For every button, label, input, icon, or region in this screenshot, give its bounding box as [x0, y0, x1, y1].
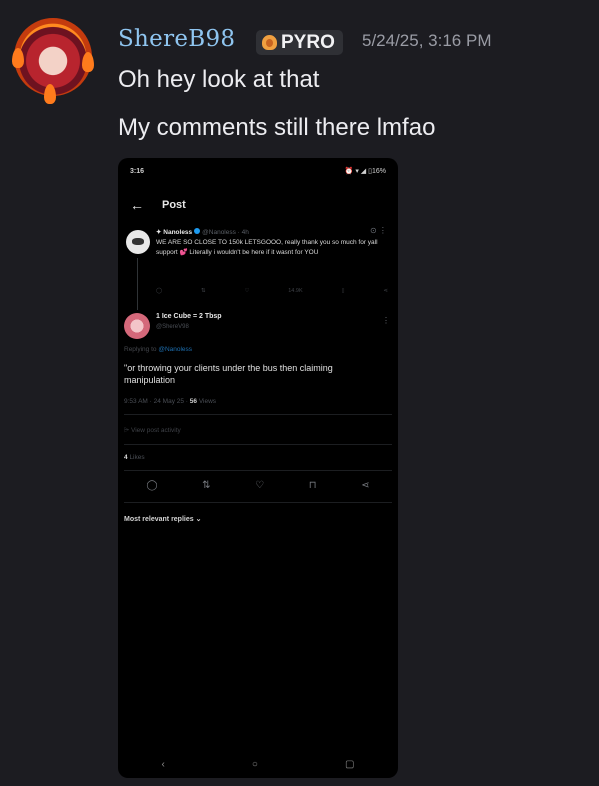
views-label: Views	[198, 398, 217, 405]
repost-icon[interactable]: ⇅	[201, 288, 206, 294]
likes-label: Likes	[129, 454, 145, 461]
username[interactable]: ShereB98	[118, 26, 235, 52]
views-count: 56	[189, 398, 197, 405]
likes-count[interactable]: 4 Likes	[124, 454, 145, 461]
bookmark-icon[interactable]: ▯	[341, 288, 344, 294]
reply-meta: 9:53 AM · 24 May 25 · 56 Views	[124, 398, 216, 405]
verified-icon	[194, 228, 201, 234]
quoted-post-text: WE ARE SO CLOSE TO 150k LETSGOOO, really…	[156, 239, 378, 256]
flame-icon	[262, 35, 277, 50]
divider	[124, 414, 392, 415]
nav-home-icon[interactable]: ○	[252, 759, 258, 770]
android-nav-bar: ‹ ○ ▢	[118, 759, 398, 770]
user-avatar[interactable]	[12, 18, 94, 104]
divider	[124, 502, 392, 503]
nav-recents-icon[interactable]: ▢	[345, 759, 354, 770]
status-icons: ⏰ ▾ ◢ ▯16%	[344, 168, 386, 175]
reply-time: 9:53 AM · 24 May 25 ·	[124, 398, 188, 405]
reply-text: "or throwing your clients under the bus …	[124, 363, 333, 385]
view-activity-link[interactable]: ⩥ View post activity	[124, 427, 181, 435]
quoted-post-handle: @Nanoless · 4h	[202, 229, 249, 236]
thread-line	[137, 258, 138, 310]
flame-icon	[12, 48, 24, 68]
avatar[interactable]	[126, 230, 150, 254]
flame-icon	[44, 84, 56, 104]
quoted-post-name: Nanoless	[163, 229, 193, 236]
bookmark-icon[interactable]: ⊓	[309, 480, 317, 491]
action-bar: ◯ ⇅ ♡ ⊓ ⋖	[124, 480, 392, 491]
reply-icon[interactable]: ◯	[146, 480, 157, 491]
message-line-1: Oh hey look at that	[118, 66, 320, 93]
nav-back-icon[interactable]: ‹	[162, 759, 165, 770]
replies-sort-dropdown[interactable]: Most relevant replies ⌄	[124, 515, 201, 523]
divider	[124, 470, 392, 471]
reply-icon[interactable]: ◯	[156, 288, 162, 294]
badge-label: PYRO	[281, 31, 335, 53]
reply-author-name[interactable]: 1 Ice Cube = 2 Tbsp	[156, 313, 222, 320]
share-icon[interactable]: ⋖	[361, 480, 369, 491]
page-title: Post	[162, 199, 186, 211]
status-time: 3:16	[130, 168, 145, 175]
message-timestamp: 5/24/25, 3:16 PM	[362, 31, 492, 50]
likes-number: 4	[124, 454, 128, 461]
more-icon[interactable]: ⋮	[382, 316, 390, 325]
replying-to: Replying to @Nanoless	[124, 346, 192, 353]
flame-icon	[82, 52, 94, 72]
avatar[interactable]	[124, 313, 150, 339]
divider	[124, 444, 392, 445]
back-arrow-icon[interactable]: ←	[130, 197, 144, 213]
reply-author-handle: @ShereV98	[156, 324, 189, 330]
role-badge[interactable]: PYRO	[256, 30, 343, 55]
view-activity-label: View post activity	[131, 427, 181, 434]
mention-link[interactable]: @Nanoless	[158, 346, 192, 353]
quoted-post-actions: ◯ ⇅ ♡ 14.9K ▯ ⋖	[156, 288, 388, 294]
replying-to-label: Replying to	[124, 346, 157, 353]
message-line-2: My comments still there lmfao	[118, 114, 436, 141]
like-icon[interactable]: ♡	[255, 480, 264, 491]
like-icon[interactable]: ♡	[244, 288, 249, 294]
quoted-post-header: ✦ Nanoless @Nanoless · 4h	[156, 228, 249, 236]
share-icon[interactable]: ⋖	[383, 288, 388, 294]
repost-icon[interactable]: ⇅	[202, 480, 210, 491]
more-icon[interactable]: ⊙ ⋮	[370, 226, 387, 235]
image-attachment[interactable]: 3:16 ⏰ ▾ ◢ ▯16% ← Post ✦ Nanoless @Nanole…	[118, 158, 398, 778]
views-count: 14.9K	[288, 288, 303, 294]
